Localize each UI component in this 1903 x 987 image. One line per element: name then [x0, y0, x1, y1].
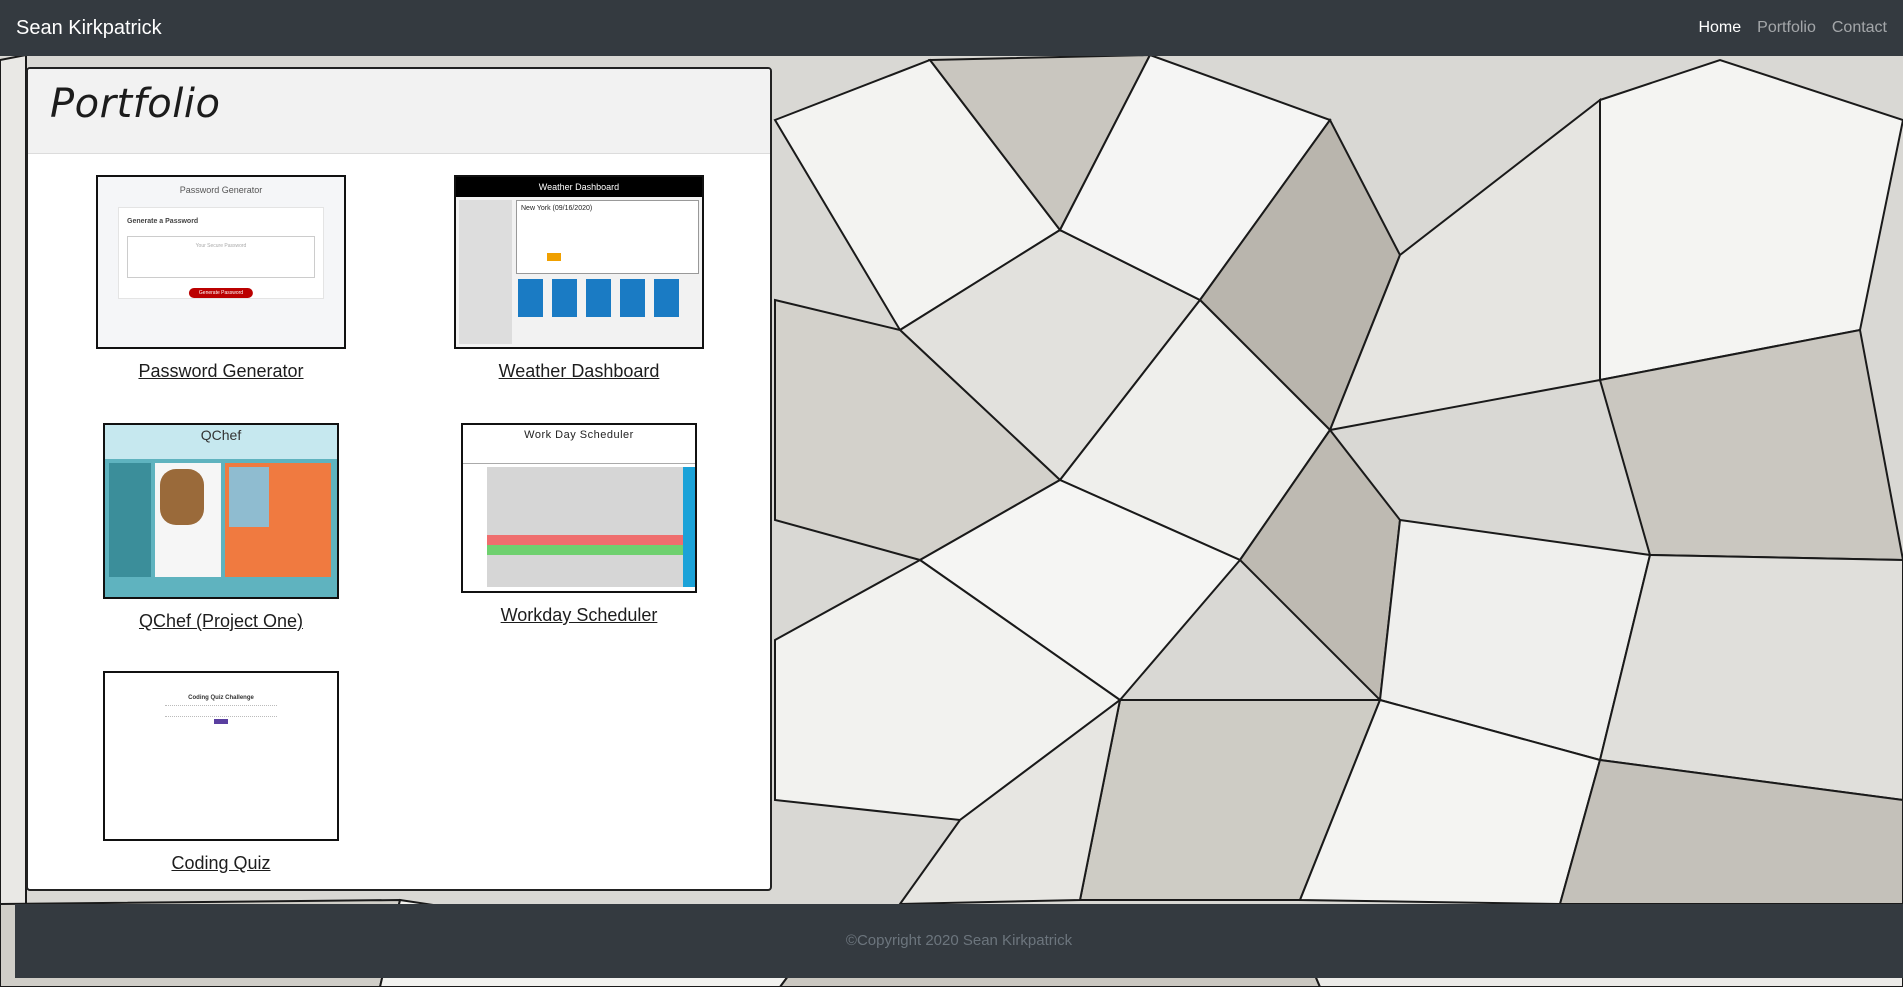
thumbnail-forecast-card — [620, 279, 645, 317]
page-footer: ©Copyright 2020 Sean Kirkpatrick — [15, 904, 1903, 978]
password-generator-link[interactable]: Password Generator — [138, 361, 303, 382]
thumbnail-title: Work Day Scheduler — [524, 429, 634, 441]
project-coding-quiz: Coding Quiz Challenge Coding Quiz — [96, 671, 346, 874]
thumbnail-future-row — [487, 545, 683, 555]
weather-dashboard-thumbnail[interactable]: Weather Dashboard New York (09/16/2020) — [454, 175, 704, 349]
thumbnail-save-buttons — [683, 467, 695, 587]
qchef-thumbnail[interactable]: QChef — [103, 423, 339, 599]
portfolio-card: Portfolio Password Generator Generate a … — [26, 67, 772, 891]
thumbnail-search-panel — [109, 463, 151, 577]
project-weather-dashboard: Weather Dashboard New York (09/16/2020) … — [454, 175, 704, 382]
thumbnail-title: QChef — [200, 427, 242, 443]
thumbnail-hour-grid — [487, 467, 683, 587]
weather-dashboard-link[interactable]: Weather Dashboard — [499, 361, 660, 382]
thumbnail-drink-image — [229, 467, 269, 527]
nav-links: Home Portfolio Contact — [1690, 0, 1895, 56]
thumbnail-subtitle: Generate a Password — [127, 218, 199, 225]
thumbnail-text — [165, 705, 277, 717]
project-workday-scheduler: Work Day Scheduler Workday Scheduler — [454, 423, 704, 626]
thumbnail-forecast-card — [518, 279, 543, 317]
workday-scheduler-link[interactable]: Workday Scheduler — [501, 605, 658, 626]
thumbnail-forecast-card — [586, 279, 611, 317]
thumbnail-button: Generate Password — [188, 288, 254, 298]
thumbnail-sidebar — [459, 200, 512, 344]
nav-link-home[interactable]: Home — [1690, 19, 1749, 37]
qchef-link[interactable]: QChef (Project One) — [139, 611, 303, 632]
thumbnail-card: Generate a Password Your Secure Password… — [118, 207, 324, 299]
coding-quiz-thumbnail[interactable]: Coding Quiz Challenge — [103, 671, 339, 841]
thumbnail-forecast-card — [552, 279, 577, 317]
project-qchef: QChef QChef (Project One) — [96, 423, 346, 632]
nav-link-contact[interactable]: Contact — [1824, 19, 1895, 37]
copyright-text: ©Copyright 2020 Sean Kirkpatrick — [845, 932, 1073, 949]
password-generator-thumbnail[interactable]: Password Generator Generate a Password Y… — [96, 175, 346, 349]
coding-quiz-link[interactable]: Coding Quiz — [171, 853, 270, 874]
thumbnail-header: Weather Dashboard — [456, 177, 702, 197]
thumbnail-title: Coding Quiz Challenge — [188, 695, 254, 701]
thumbnail-present-row — [487, 535, 683, 545]
brand-link[interactable]: Sean Kirkpatrick — [16, 0, 162, 56]
workday-scheduler-thumbnail[interactable]: Work Day Scheduler — [461, 423, 697, 593]
project-password-generator: Password Generator Generate a Password Y… — [96, 175, 346, 382]
thumbnail-start-button — [214, 719, 228, 724]
thumbnail-title: Password Generator — [179, 185, 263, 195]
thumbnail-main: New York (09/16/2020) — [516, 200, 699, 274]
thumbnail-food-image — [160, 469, 204, 525]
thumbnail-city: New York (09/16/2020) — [521, 205, 593, 212]
page-title: Portfolio — [50, 81, 221, 127]
nav-link-portfolio[interactable]: Portfolio — [1749, 19, 1824, 37]
thumbnail-forecast-card — [654, 279, 679, 317]
thumbnail-textbox: Your Secure Password — [127, 236, 315, 278]
portfolio-card-header: Portfolio — [28, 69, 770, 154]
thumbnail-uv — [547, 253, 561, 261]
top-navbar: Sean Kirkpatrick Home Portfolio Contact — [0, 0, 1903, 56]
